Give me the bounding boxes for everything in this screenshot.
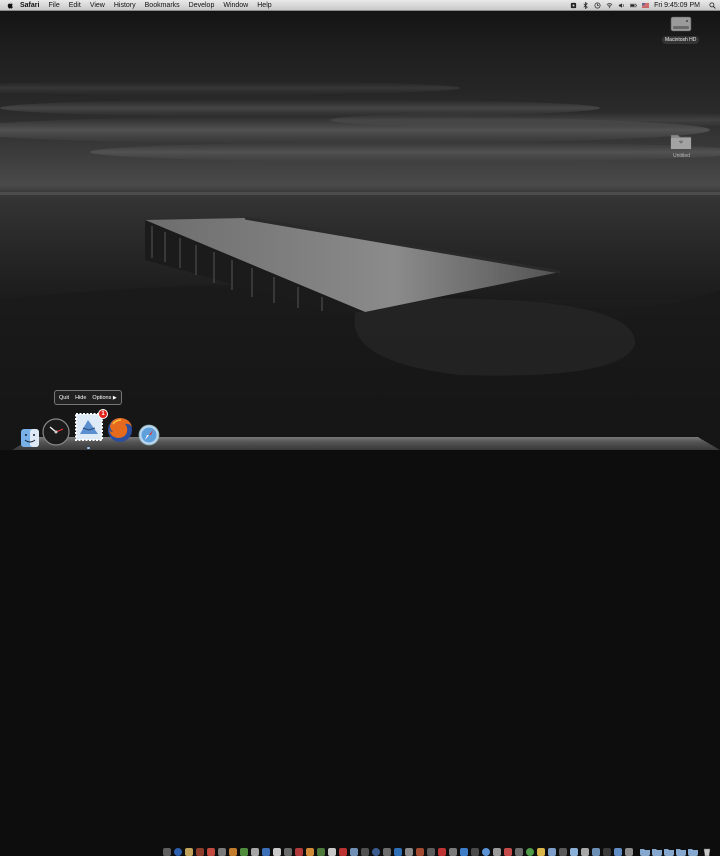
dock-app-icon[interactable] bbox=[405, 848, 413, 856]
dock-app-icon[interactable] bbox=[218, 848, 226, 856]
menu-history[interactable]: History bbox=[114, 2, 136, 9]
dock-app-icon[interactable] bbox=[372, 848, 380, 856]
time-machine-icon[interactable] bbox=[594, 2, 601, 9]
dock-app-icon[interactable] bbox=[438, 848, 446, 856]
menu-bookmarks[interactable]: Bookmarks bbox=[145, 2, 180, 9]
menu-window[interactable]: Window bbox=[223, 2, 248, 9]
dock-app-icon[interactable] bbox=[328, 848, 336, 856]
bluetooth-icon[interactable] bbox=[582, 1, 589, 9]
menubar-clock[interactable]: Fri 9:45:09 PM bbox=[654, 2, 700, 9]
menu-view[interactable]: View bbox=[90, 2, 105, 9]
dock-app-icon[interactable] bbox=[273, 848, 281, 856]
battery-icon[interactable] bbox=[630, 2, 637, 9]
dock-app-icon[interactable] bbox=[317, 848, 325, 856]
finder-icon[interactable] bbox=[20, 428, 40, 448]
dock-app-icon[interactable] bbox=[537, 848, 545, 856]
dock-app-icon[interactable] bbox=[449, 848, 457, 856]
dock-app-icon[interactable] bbox=[603, 848, 611, 856]
wifi-icon[interactable] bbox=[606, 2, 613, 9]
dock-app-icon[interactable] bbox=[383, 848, 391, 856]
hide-menu-item[interactable]: Hide bbox=[75, 395, 86, 401]
dock-app-icon[interactable] bbox=[592, 848, 600, 856]
dock-app-icon[interactable] bbox=[515, 848, 523, 856]
dock-app-icon[interactable] bbox=[625, 848, 633, 856]
options-menu-item[interactable]: Options ▶ bbox=[92, 395, 116, 401]
safari-icon[interactable] bbox=[138, 424, 160, 446]
dock: 1 bbox=[0, 409, 720, 856]
folder-icon bbox=[671, 134, 692, 150]
folder-stack-icon[interactable] bbox=[676, 848, 686, 856]
script-menu-icon[interactable] bbox=[570, 2, 577, 9]
dock-app-icon[interactable] bbox=[163, 848, 171, 856]
dock-app-icon[interactable] bbox=[427, 848, 435, 856]
mail-dock-item[interactable]: 1 bbox=[74, 409, 108, 442]
quit-menu-item[interactable]: Quit bbox=[59, 395, 69, 401]
dock-app-icon[interactable] bbox=[482, 848, 490, 856]
dock-app-icon[interactable] bbox=[196, 848, 204, 856]
dock-app-icon[interactable] bbox=[306, 848, 314, 856]
trash-icon[interactable] bbox=[702, 848, 712, 856]
macintosh-hd-label: Macintosh HD bbox=[662, 36, 700, 44]
dock-app-icon[interactable] bbox=[240, 848, 248, 856]
folder-stack-icon[interactable] bbox=[640, 848, 650, 856]
dock-app-icon[interactable] bbox=[229, 848, 237, 856]
dock-app-icon[interactable] bbox=[471, 848, 479, 856]
dock-app-icon[interactable] bbox=[548, 848, 556, 856]
desktop-wallpaper bbox=[0, 0, 720, 450]
dock-app-icon[interactable] bbox=[394, 848, 402, 856]
dock-app-icon[interactable] bbox=[581, 848, 589, 856]
untitled-folder-label: Untitled bbox=[673, 153, 690, 159]
menu-edit[interactable]: Edit bbox=[69, 2, 81, 9]
volume-icon[interactable] bbox=[618, 2, 625, 9]
menu-help[interactable]: Help bbox=[257, 2, 271, 9]
dock-app-icon[interactable] bbox=[262, 848, 270, 856]
dock-app-icon[interactable] bbox=[207, 848, 215, 856]
dock-app-icon[interactable] bbox=[284, 848, 292, 856]
dock-app-icon[interactable] bbox=[251, 848, 259, 856]
dock-app-icon[interactable] bbox=[350, 848, 358, 856]
macintosh-hd-icon[interactable]: Macintosh HD bbox=[662, 12, 700, 44]
dock-app-icon[interactable] bbox=[504, 848, 512, 856]
running-indicator bbox=[87, 447, 90, 449]
dock-context-menu: Quit Hide Options ▶ bbox=[54, 390, 122, 405]
dock-app-icon[interactable] bbox=[174, 848, 182, 856]
folder-stack-icon[interactable] bbox=[652, 848, 662, 856]
dock-app-icon[interactable] bbox=[526, 848, 534, 856]
status-menus: Fri 9:45:09 PM bbox=[570, 0, 716, 10]
hard-drive-icon bbox=[670, 16, 692, 32]
menu-bar: Safari File Edit View History Bookmarks … bbox=[0, 0, 720, 11]
dock-app-icon[interactable] bbox=[339, 848, 347, 856]
firefox-icon[interactable] bbox=[106, 416, 134, 444]
options-label: Options bbox=[92, 394, 112, 401]
submenu-arrow-icon: ▶ bbox=[112, 394, 117, 401]
dock-app-icon[interactable] bbox=[559, 848, 567, 856]
dock-app-icon[interactable] bbox=[185, 848, 193, 856]
spotlight-icon[interactable] bbox=[709, 1, 716, 9]
folder-stack-icon[interactable] bbox=[664, 848, 674, 856]
dock-app-icon[interactable] bbox=[570, 848, 578, 856]
dock-app-icon[interactable] bbox=[295, 848, 303, 856]
folder-stack-icon[interactable] bbox=[688, 848, 698, 856]
dock-app-icon[interactable] bbox=[614, 848, 622, 856]
menu-develop[interactable]: Develop bbox=[189, 2, 215, 9]
menu-file[interactable]: File bbox=[48, 2, 59, 9]
dock-app-icon[interactable] bbox=[493, 848, 501, 856]
dashboard-icon[interactable] bbox=[42, 418, 70, 446]
dock-app-icon[interactable] bbox=[416, 848, 424, 856]
untitled-folder-icon[interactable]: Untitled bbox=[670, 132, 693, 160]
dock-app-icon[interactable] bbox=[460, 848, 468, 856]
input-flag-icon[interactable] bbox=[642, 2, 650, 9]
apple-menu-icon[interactable] bbox=[6, 1, 14, 9]
dock-app-icon[interactable] bbox=[361, 848, 369, 856]
menu-app-safari[interactable]: Safari bbox=[20, 2, 39, 9]
